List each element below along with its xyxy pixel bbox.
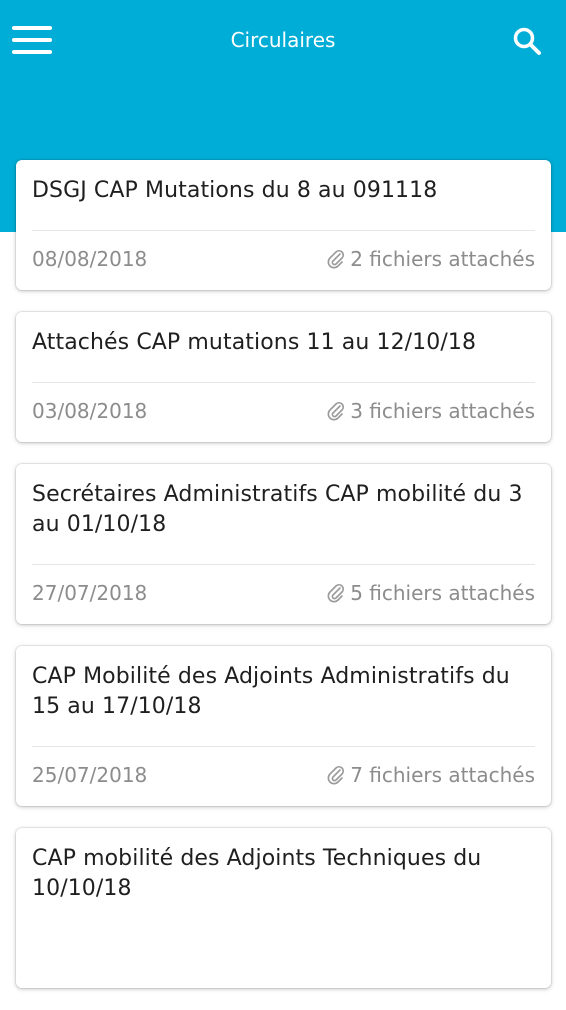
card-footer: 08/08/2018 2 fichiers attachés — [32, 231, 535, 289]
circulaire-title: Attachés CAP mutations 11 au 12/10/18 — [32, 330, 477, 355]
circulaire-date: 03/08/2018 — [32, 399, 148, 423]
circulaire-title: DSGJ CAP Mutations du 8 au 091118 — [32, 178, 438, 203]
attachments-count: 5 fichiers attachés — [350, 581, 535, 605]
attachments-count: 7 fichiers attachés — [350, 763, 535, 787]
paperclip-icon — [327, 249, 345, 269]
attachments-info: 7 fichiers attachés — [326, 763, 535, 787]
circulaire-card[interactable]: CAP mobilité des Adjoints Techniques du … — [16, 828, 551, 988]
attachments-info: 5 fichiers attachés — [326, 581, 535, 605]
attachments-info: 2 fichiers attachés — [326, 247, 535, 271]
search-icon — [513, 27, 541, 55]
paperclip-icon — [327, 765, 345, 785]
circulaire-title: CAP mobilité des Adjoints Techniques du … — [32, 846, 482, 901]
circulaire-title: Secrétaires Administratifs CAP mobilité … — [32, 482, 523, 537]
circulaire-date: 08/08/2018 — [32, 247, 148, 271]
circulaire-card[interactable]: Attachés CAP mutations 11 au 12/10/18 03… — [16, 312, 551, 442]
attachments-count: 2 fichiers attachés — [350, 247, 535, 271]
circulaire-date: 25/07/2018 — [32, 763, 148, 787]
circulaires-list: DSGJ CAP Mutations du 8 au 091118 08/08/… — [16, 160, 551, 1010]
paperclip-icon — [327, 401, 345, 421]
circulaire-title: CAP Mobilité des Adjoints Administratifs… — [32, 664, 510, 719]
circulaire-card[interactable]: DSGJ CAP Mutations du 8 au 091118 08/08/… — [16, 160, 551, 290]
search-button[interactable] — [512, 26, 544, 58]
circulaire-card[interactable]: Secrétaires Administratifs CAP mobilité … — [16, 464, 551, 624]
card-footer: 27/07/2018 5 fichiers attachés — [32, 565, 535, 623]
attachments-info: 3 fichiers attachés — [326, 399, 535, 423]
card-footer: 03/08/2018 3 fichiers attachés — [32, 383, 535, 441]
attachments-count: 3 fichiers attachés — [350, 399, 535, 423]
paperclip-icon — [327, 583, 345, 603]
page-title: Circulaires — [230, 28, 336, 52]
app-bar: Circulaires — [0, 0, 566, 82]
circulaire-card[interactable]: CAP Mobilité des Adjoints Administratifs… — [16, 646, 551, 806]
card-footer: 25/07/2018 7 fichiers attachés — [32, 747, 535, 805]
circulaire-date: 27/07/2018 — [32, 581, 148, 605]
